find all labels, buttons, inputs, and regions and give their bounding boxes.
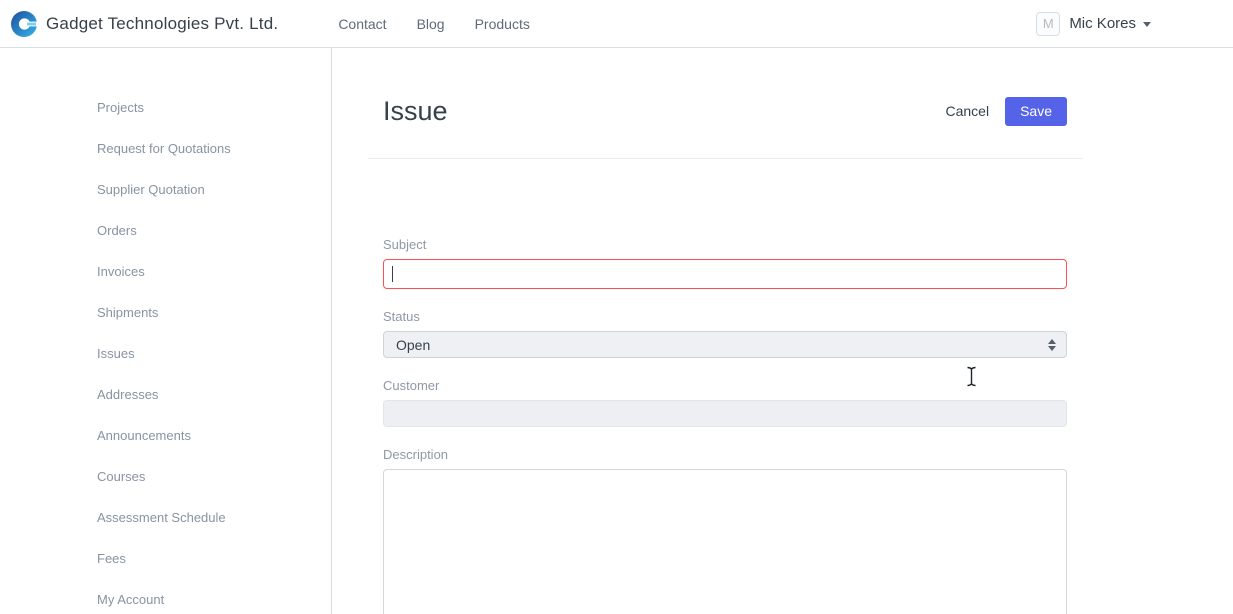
select-arrows-icon [1048, 339, 1056, 351]
status-field-group: Status Open [383, 309, 1067, 358]
customer-label: Customer [383, 378, 1067, 393]
brand-name[interactable]: Gadget Technologies Pvt. Ltd. [46, 14, 278, 34]
nav-link-contact[interactable]: Contact [338, 16, 386, 32]
sidebar-item-projects[interactable]: Projects [97, 100, 144, 115]
page-title: Issue [383, 94, 448, 128]
sidebar-row: Supplier Quotation [0, 169, 331, 210]
status-label: Status [383, 309, 1067, 324]
sidebar-row: My Account [0, 579, 331, 614]
sidebar-item-addresses[interactable]: Addresses [97, 387, 158, 402]
description-textarea[interactable] [383, 469, 1067, 614]
sidebar-row: Courses [0, 456, 331, 497]
sidebar-item-courses[interactable]: Courses [97, 469, 145, 484]
description-field-group: Description [383, 447, 1067, 614]
subject-field-group: Subject [383, 237, 1067, 289]
sidebar-list: Projects Request for Quotations Supplier… [0, 87, 331, 614]
save-button[interactable]: Save [1005, 97, 1067, 126]
sidebar-item-issues[interactable]: Issues [97, 346, 135, 361]
sidebar-row: Addresses [0, 374, 331, 415]
description-label: Description [383, 447, 1067, 462]
user-name: Mic Kores [1069, 15, 1136, 32]
page-header: Issue Cancel Save [383, 94, 1067, 128]
navbar: Gadget Technologies Pvt. Ltd. Contact Bl… [0, 0, 1233, 48]
user-avatar: M [1036, 12, 1060, 36]
sidebar-item-assessment-schedule[interactable]: Assessment Schedule [97, 510, 226, 525]
nav-link-blog[interactable]: Blog [417, 16, 445, 32]
sidebar-item-invoices[interactable]: Invoices [97, 264, 145, 279]
chevron-down-icon [1143, 22, 1151, 27]
main-content: Issue Cancel Save Subject Status [332, 48, 1233, 614]
customer-field-group: Customer [383, 378, 1067, 427]
sidebar-row: Projects [0, 87, 331, 128]
sidebar-item-my-account[interactable]: My Account [97, 592, 164, 607]
status-select[interactable]: Open [383, 331, 1067, 358]
text-caret [392, 266, 393, 282]
subject-label: Subject [383, 237, 1067, 252]
navbar-links: Contact Blog Products [308, 16, 530, 32]
sidebar-item-fees[interactable]: Fees [97, 551, 126, 566]
sidebar-item-shipments[interactable]: Shipments [97, 305, 158, 320]
sidebar-item-announcements[interactable]: Announcements [97, 428, 191, 443]
sidebar-item-supplier-quotation[interactable]: Supplier Quotation [97, 182, 205, 197]
issue-form: Subject Status Open [383, 237, 1067, 614]
avatar-letter: M [1043, 16, 1054, 31]
subject-input[interactable] [383, 259, 1067, 289]
sidebar-row: Assessment Schedule [0, 497, 331, 538]
page-container: Issue Cancel Save Subject Status [368, 94, 1082, 614]
sidebar-row: Announcements [0, 415, 331, 456]
divider [368, 158, 1082, 159]
sidebar-row: Shipments [0, 292, 331, 333]
cancel-button[interactable]: Cancel [945, 103, 989, 119]
sidebar-row: Request for Quotations [0, 128, 331, 169]
sidebar-row: Orders [0, 210, 331, 251]
nav-link-products[interactable]: Products [475, 16, 530, 32]
status-select-value: Open [396, 337, 430, 353]
user-menu[interactable]: M Mic Kores [1036, 12, 1151, 36]
sidebar-row: Fees [0, 538, 331, 579]
sidebar-row: Issues [0, 333, 331, 374]
page-actions: Cancel Save [945, 97, 1067, 126]
sidebar-item-request-for-quotations[interactable]: Request for Quotations [97, 141, 231, 156]
sidebar: Projects Request for Quotations Supplier… [0, 48, 332, 614]
brand-logo-icon[interactable] [10, 10, 38, 38]
sidebar-item-orders[interactable]: Orders [97, 223, 137, 238]
customer-input [383, 400, 1067, 427]
subject-input-wrap [383, 259, 1067, 289]
sidebar-row: Invoices [0, 251, 331, 292]
